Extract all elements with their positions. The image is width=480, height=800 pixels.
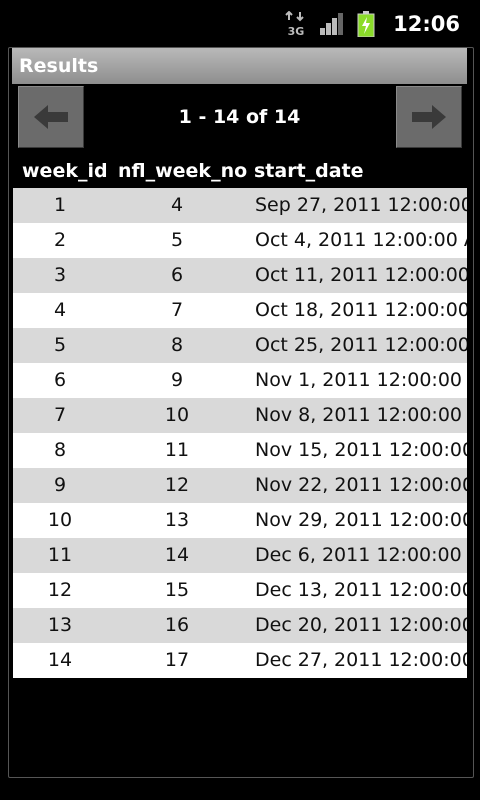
cell-start-date: Nov 22, 2011 12:00:00 A [255, 474, 467, 496]
table-row[interactable]: 10 13 Nov 29, 2011 12:00:00 A [13, 503, 467, 538]
cell-week-id: 8 [53, 439, 67, 461]
status-bar: 3G 12:06 [0, 0, 480, 48]
cell-week-id: 11 [47, 544, 73, 566]
cell-week-id: 3 [53, 264, 67, 286]
cell-start-date: Oct 25, 2011 12:00:00 A [255, 334, 467, 356]
table-row[interactable]: 4 7 Oct 18, 2011 12:00:00 A [13, 293, 467, 328]
cell-nfl-week-no: 11 [164, 439, 190, 461]
cell-nfl-week-no: 8 [170, 334, 184, 356]
signal-icon [320, 13, 344, 35]
cell-start-date: Oct 4, 2011 12:00:00 A [255, 229, 467, 251]
cell-week-id: 2 [53, 229, 67, 251]
table-row[interactable]: 9 12 Nov 22, 2011 12:00:00 A [13, 468, 467, 503]
table-row[interactable]: 5 8 Oct 25, 2011 12:00:00 A [13, 328, 467, 363]
column-header-start-date[interactable]: start_date [254, 160, 364, 182]
cell-week-id: 13 [47, 614, 73, 636]
clock: 12:06 [393, 12, 460, 36]
cell-nfl-week-no: 7 [170, 299, 184, 321]
table-row[interactable]: 6 9 Nov 1, 2011 12:00:00 A [13, 363, 467, 398]
table-row[interactable]: 2 5 Oct 4, 2011 12:00:00 A [13, 223, 467, 258]
cell-week-id: 4 [53, 299, 67, 321]
results-table: 1 4 Sep 27, 2011 12:00:00 A 2 5 Oct 4, 2… [13, 188, 467, 678]
cell-start-date: Oct 11, 2011 12:00:00 A [255, 264, 467, 286]
cell-week-id: 14 [47, 649, 73, 671]
next-page-button[interactable] [396, 86, 462, 148]
battery-charging-icon [357, 11, 375, 37]
cell-start-date: Dec 27, 2011 12:00:00 A [255, 649, 467, 671]
cell-start-date: Nov 1, 2011 12:00:00 A [255, 369, 467, 391]
cell-nfl-week-no: 15 [164, 579, 190, 601]
table-row[interactable]: 12 15 Dec 13, 2011 12:00:00 A [13, 573, 467, 608]
table-row[interactable]: 3 6 Oct 11, 2011 12:00:00 A [13, 258, 467, 293]
window-title: Results [19, 55, 99, 77]
cell-nfl-week-no: 6 [170, 264, 184, 286]
cell-nfl-week-no: 12 [164, 474, 190, 496]
cell-week-id: 1 [53, 194, 67, 216]
table-row[interactable]: 7 10 Nov 8, 2011 12:00:00 A [13, 398, 467, 433]
cell-start-date: Dec 13, 2011 12:00:00 A [255, 579, 467, 601]
cell-start-date: Nov 15, 2011 12:00:00 A [255, 439, 467, 461]
cell-start-date: Oct 18, 2011 12:00:00 A [255, 299, 467, 321]
cell-nfl-week-no: 4 [170, 194, 184, 216]
cell-nfl-week-no: 13 [164, 509, 190, 531]
cell-week-id: 6 [53, 369, 67, 391]
cell-start-date: Sep 27, 2011 12:00:00 A [255, 194, 467, 216]
column-header-nfl-week-no[interactable]: nfl_week_no [118, 160, 247, 182]
cell-start-date: Nov 8, 2011 12:00:00 A [255, 404, 467, 426]
cell-start-date: Nov 29, 2011 12:00:00 A [255, 509, 467, 531]
cell-nfl-week-no: 10 [164, 404, 190, 426]
table-row[interactable]: 8 11 Nov 15, 2011 12:00:00 A [13, 433, 467, 468]
pager: 1 - 14 of 14 [12, 84, 467, 152]
arrow-right-icon [412, 105, 446, 129]
table-row[interactable]: 14 17 Dec 27, 2011 12:00:00 A [13, 643, 467, 678]
3g-data-icon: 3G [285, 11, 305, 37]
status-icons: 3G 12:06 [285, 0, 480, 48]
table-row[interactable]: 1 4 Sep 27, 2011 12:00:00 A [13, 188, 467, 223]
cell-week-id: 9 [53, 474, 67, 496]
cell-nfl-week-no: 14 [164, 544, 190, 566]
cell-nfl-week-no: 16 [164, 614, 190, 636]
cell-start-date: Dec 20, 2011 12:00:00 A [255, 614, 467, 636]
table-row[interactable]: 11 14 Dec 6, 2011 12:00:00 A [13, 538, 467, 573]
column-header-week-id[interactable]: week_id [22, 160, 108, 182]
table-row[interactable]: 13 16 Dec 20, 2011 12:00:00 A [13, 608, 467, 643]
cell-nfl-week-no: 5 [170, 229, 184, 251]
cell-start-date: Dec 6, 2011 12:00:00 A [255, 544, 467, 566]
cell-week-id: 12 [47, 579, 73, 601]
svg-text:3G: 3G [288, 25, 305, 37]
cell-week-id: 10 [47, 509, 73, 531]
cell-week-id: 5 [53, 334, 67, 356]
cell-nfl-week-no: 9 [170, 369, 184, 391]
table-header: week_id nfl_week_no start_date [12, 156, 467, 188]
cell-nfl-week-no: 17 [164, 649, 190, 671]
window-titlebar: Results [12, 48, 467, 84]
cell-week-id: 7 [53, 404, 67, 426]
